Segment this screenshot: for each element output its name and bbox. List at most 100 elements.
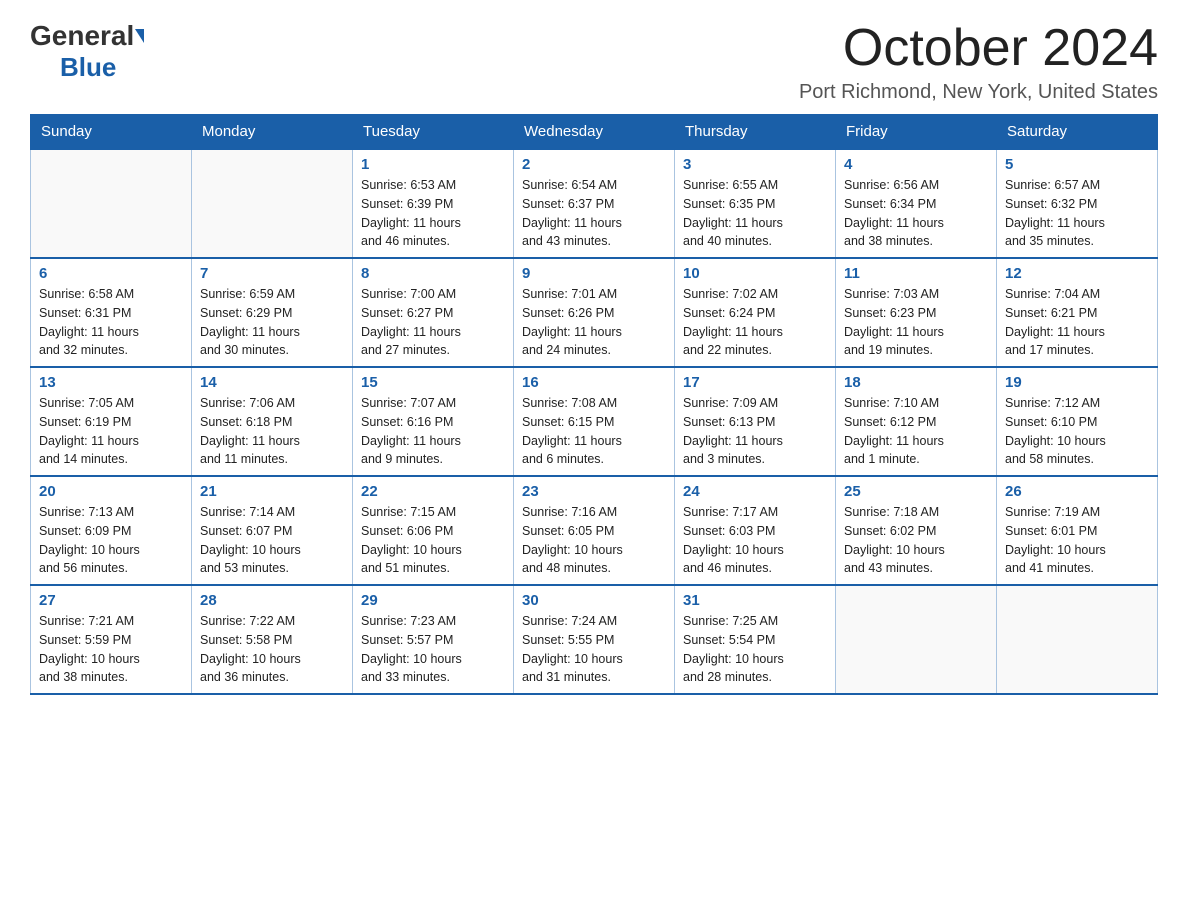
calendar-week-row: 13 Sunrise: 7:05 AM Sunset: 6:19 PM Dayli… xyxy=(31,367,1158,476)
calendar-cell: 20 Sunrise: 7:13 AM Sunset: 6:09 PM Dayli… xyxy=(31,476,192,585)
day-number: 31 xyxy=(683,592,827,609)
day-info: Sunrise: 7:08 AM Sunset: 6:15 PM Dayligh… xyxy=(522,394,666,469)
day-info: Sunrise: 7:02 AM Sunset: 6:24 PM Dayligh… xyxy=(683,285,827,360)
logo-blue-text: Blue xyxy=(60,52,116,83)
calendar-cell: 5Sunrise: 6:57 AM Sunset: 6:32 PM Daylig… xyxy=(997,149,1158,258)
day-info: Sunrise: 7:07 AM Sunset: 6:16 PM Dayligh… xyxy=(361,394,505,469)
day-number: 3 xyxy=(683,156,827,173)
day-info: Sunrise: 6:55 AM Sunset: 6:35 PM Dayligh… xyxy=(683,176,827,251)
day-info: Sunrise: 7:06 AM Sunset: 6:18 PM Dayligh… xyxy=(200,394,344,469)
day-info: Sunrise: 7:00 AM Sunset: 6:27 PM Dayligh… xyxy=(361,285,505,360)
day-info: Sunrise: 7:01 AM Sunset: 6:26 PM Dayligh… xyxy=(522,285,666,360)
calendar-cell: 25 Sunrise: 7:18 AM Sunset: 6:02 PM Dayli… xyxy=(836,476,997,585)
day-info: Sunrise: 6:58 AM Sunset: 6:31 PM Dayligh… xyxy=(39,285,183,360)
day-number: 23 xyxy=(522,483,666,500)
day-info: Sunrise: 7:18 AM Sunset: 6:02 PM Dayligh… xyxy=(844,503,988,578)
day-number: 12 xyxy=(1005,265,1149,282)
day-info: Sunrise: 7:04 AM Sunset: 6:21 PM Dayligh… xyxy=(1005,285,1149,360)
calendar-cell: 21Sunrise: 7:14 AM Sunset: 6:07 PM Dayli… xyxy=(192,476,353,585)
day-number: 16 xyxy=(522,374,666,391)
logo-general-text: General xyxy=(30,20,144,52)
calendar-cell: 3 Sunrise: 6:55 AM Sunset: 6:35 PM Daylig… xyxy=(675,149,836,258)
day-info: Sunrise: 7:17 AM Sunset: 6:03 PM Dayligh… xyxy=(683,503,827,578)
day-number: 18 xyxy=(844,374,988,391)
calendar-cell: 18 Sunrise: 7:10 AM Sunset: 6:12 PM Dayli… xyxy=(836,367,997,476)
day-number: 30 xyxy=(522,592,666,609)
calendar-cell: 7Sunrise: 6:59 AM Sunset: 6:29 PM Daylig… xyxy=(192,258,353,367)
day-number: 1 xyxy=(361,156,505,173)
calendar-cell: 27Sunrise: 7:21 AM Sunset: 5:59 PM Dayli… xyxy=(31,585,192,694)
calendar-cell: 1 Sunrise: 6:53 AM Sunset: 6:39 PM Daylig… xyxy=(353,149,514,258)
day-info: Sunrise: 7:24 AM Sunset: 5:55 PM Dayligh… xyxy=(522,612,666,687)
calendar-cell: 26 Sunrise: 7:19 AM Sunset: 6:01 PM Dayli… xyxy=(997,476,1158,585)
day-header-tuesday: Tuesday xyxy=(353,115,514,150)
calendar-cell: 23Sunrise: 7:16 AM Sunset: 6:05 PM Dayli… xyxy=(514,476,675,585)
day-number: 2 xyxy=(522,156,666,173)
day-info: Sunrise: 7:19 AM Sunset: 6:01 PM Dayligh… xyxy=(1005,503,1149,578)
day-header-friday: Friday xyxy=(836,115,997,150)
day-number: 14 xyxy=(200,374,344,391)
day-info: Sunrise: 7:25 AM Sunset: 5:54 PM Dayligh… xyxy=(683,612,827,687)
calendar-week-row: 20 Sunrise: 7:13 AM Sunset: 6:09 PM Dayli… xyxy=(31,476,1158,585)
day-number: 20 xyxy=(39,483,183,500)
day-number: 6 xyxy=(39,265,183,282)
calendar-cell: 2Sunrise: 6:54 AM Sunset: 6:37 PM Daylig… xyxy=(514,149,675,258)
month-title: October 2024 xyxy=(799,20,1158,77)
day-header-thursday: Thursday xyxy=(675,115,836,150)
day-number: 25 xyxy=(844,483,988,500)
day-number: 15 xyxy=(361,374,505,391)
calendar-cell: 10 Sunrise: 7:02 AM Sunset: 6:24 PM Dayli… xyxy=(675,258,836,367)
day-number: 27 xyxy=(39,592,183,609)
day-info: Sunrise: 7:05 AM Sunset: 6:19 PM Dayligh… xyxy=(39,394,183,469)
day-number: 9 xyxy=(522,265,666,282)
calendar-cell: 30 Sunrise: 7:24 AM Sunset: 5:55 PM Dayli… xyxy=(514,585,675,694)
calendar-week-row: 1 Sunrise: 6:53 AM Sunset: 6:39 PM Daylig… xyxy=(31,149,1158,258)
day-info: Sunrise: 6:56 AM Sunset: 6:34 PM Dayligh… xyxy=(844,176,988,251)
calendar-cell: 8 Sunrise: 7:00 AM Sunset: 6:27 PM Daylig… xyxy=(353,258,514,367)
calendar-cell: 17Sunrise: 7:09 AM Sunset: 6:13 PM Dayli… xyxy=(675,367,836,476)
calendar-cell: 15 Sunrise: 7:07 AM Sunset: 6:16 PM Dayli… xyxy=(353,367,514,476)
calendar-cell: 9 Sunrise: 7:01 AM Sunset: 6:26 PM Daylig… xyxy=(514,258,675,367)
day-number: 29 xyxy=(361,592,505,609)
calendar-cell: 14 Sunrise: 7:06 AM Sunset: 6:18 PM Dayli… xyxy=(192,367,353,476)
day-number: 5 xyxy=(1005,156,1149,173)
day-header-sunday: Sunday xyxy=(31,115,192,150)
calendar-cell xyxy=(997,585,1158,694)
calendar-cell: 19 Sunrise: 7:12 AM Sunset: 6:10 PM Dayli… xyxy=(997,367,1158,476)
day-info: Sunrise: 7:10 AM Sunset: 6:12 PM Dayligh… xyxy=(844,394,988,469)
day-info: Sunrise: 6:53 AM Sunset: 6:39 PM Dayligh… xyxy=(361,176,505,251)
day-header-wednesday: Wednesday xyxy=(514,115,675,150)
day-info: Sunrise: 6:59 AM Sunset: 6:29 PM Dayligh… xyxy=(200,285,344,360)
day-header-saturday: Saturday xyxy=(997,115,1158,150)
calendar-header-row: SundayMondayTuesdayWednesdayThursdayFrid… xyxy=(31,115,1158,150)
day-info: Sunrise: 7:14 AM Sunset: 6:07 PM Dayligh… xyxy=(200,503,344,578)
day-info: Sunrise: 7:23 AM Sunset: 5:57 PM Dayligh… xyxy=(361,612,505,687)
day-number: 8 xyxy=(361,265,505,282)
day-number: 28 xyxy=(200,592,344,609)
day-number: 24 xyxy=(683,483,827,500)
calendar-cell: 11Sunrise: 7:03 AM Sunset: 6:23 PM Dayli… xyxy=(836,258,997,367)
day-info: Sunrise: 7:12 AM Sunset: 6:10 PM Dayligh… xyxy=(1005,394,1149,469)
logo-arrow-icon xyxy=(135,29,144,43)
day-info: Sunrise: 7:13 AM Sunset: 6:09 PM Dayligh… xyxy=(39,503,183,578)
calendar-cell: 28 Sunrise: 7:22 AM Sunset: 5:58 PM Dayli… xyxy=(192,585,353,694)
calendar-cell: 22Sunrise: 7:15 AM Sunset: 6:06 PM Dayli… xyxy=(353,476,514,585)
day-number: 26 xyxy=(1005,483,1149,500)
calendar-cell xyxy=(192,149,353,258)
day-number: 13 xyxy=(39,374,183,391)
calendar-week-row: 6 Sunrise: 6:58 AM Sunset: 6:31 PM Daylig… xyxy=(31,258,1158,367)
day-number: 19 xyxy=(1005,374,1149,391)
calendar-cell: 4 Sunrise: 6:56 AM Sunset: 6:34 PM Daylig… xyxy=(836,149,997,258)
calendar-cell: 6 Sunrise: 6:58 AM Sunset: 6:31 PM Daylig… xyxy=(31,258,192,367)
calendar-cell: 24 Sunrise: 7:17 AM Sunset: 6:03 PM Dayli… xyxy=(675,476,836,585)
logo: General Blue xyxy=(30,20,144,83)
page-header: General Blue October 2024 Port Richmond,… xyxy=(30,20,1158,104)
calendar-cell xyxy=(836,585,997,694)
calendar-cell: 12 Sunrise: 7:04 AM Sunset: 6:21 PM Dayli… xyxy=(997,258,1158,367)
day-number: 10 xyxy=(683,265,827,282)
day-number: 4 xyxy=(844,156,988,173)
day-header-monday: Monday xyxy=(192,115,353,150)
day-info: Sunrise: 7:22 AM Sunset: 5:58 PM Dayligh… xyxy=(200,612,344,687)
calendar-table: SundayMondayTuesdayWednesdayThursdayFrid… xyxy=(30,114,1158,695)
calendar-week-row: 27Sunrise: 7:21 AM Sunset: 5:59 PM Dayli… xyxy=(31,585,1158,694)
